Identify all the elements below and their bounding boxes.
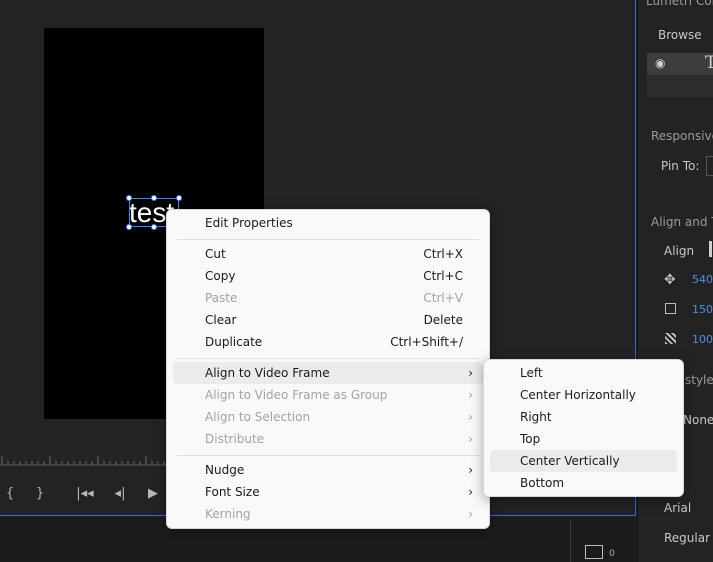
menu-item-align-to-selection[interactable]: Align to Selection › xyxy=(173,406,483,428)
master-style-label: style xyxy=(685,373,713,387)
menu-item-label: Distribute xyxy=(205,432,265,446)
context-menu: Edit Properties Cut Ctrl+X Copy Ctrl+C P… xyxy=(166,209,490,529)
menu-item-clear[interactable]: Clear Delete xyxy=(173,309,483,331)
align-left-icon[interactable] xyxy=(709,241,712,257)
submenu-item-center-vertically[interactable]: Center Vertically xyxy=(490,450,677,472)
menu-item-label: Copy xyxy=(205,269,236,283)
menu-item-label: Bottom xyxy=(520,476,565,490)
menu-item-label: Kerning xyxy=(205,507,251,521)
align-label: Align xyxy=(664,244,695,258)
menu-item-label: Left xyxy=(520,366,543,380)
menu-item-nudge[interactable]: Nudge › xyxy=(173,459,483,481)
menu-item-copy[interactable]: Copy Ctrl+C xyxy=(173,265,483,287)
chevron-right-icon: › xyxy=(468,432,473,446)
menu-item-align-to-video-frame[interactable]: Align to Video Frame › xyxy=(173,362,483,384)
menu-separator xyxy=(177,239,479,240)
menu-separator xyxy=(177,455,479,456)
menu-item-align-to-video-frame-as-group[interactable]: Align to Video Frame as Group › xyxy=(173,384,483,406)
style-none-select[interactable]: None xyxy=(683,413,713,427)
divider xyxy=(570,519,571,562)
menu-item-label: Cut xyxy=(205,247,226,261)
submenu-item-top[interactable]: Top xyxy=(490,428,677,450)
opacity-icon xyxy=(665,333,676,344)
menu-item-shortcut: Ctrl+Shift+/ xyxy=(390,335,463,349)
menu-item-label: Clear xyxy=(205,313,237,327)
menu-item-label: Paste xyxy=(205,291,238,305)
layer-row[interactable]: ◉ T xyxy=(647,53,713,75)
chevron-right-icon: › xyxy=(468,366,473,380)
align-submenu: Left Center Horizontally Right Top Cente… xyxy=(483,359,684,497)
menu-item-shortcut: Ctrl+V xyxy=(423,291,463,305)
tab-browse[interactable]: Browse xyxy=(658,28,702,42)
font-family-select[interactable]: Arial xyxy=(664,501,691,515)
menu-item-label: Duplicate xyxy=(205,335,263,349)
position-value[interactable]: 540 xyxy=(692,273,713,286)
menu-item-font-size[interactable]: Font Size › xyxy=(173,481,483,503)
menu-item-label: Align to Selection xyxy=(205,410,311,424)
grid-icon[interactable] xyxy=(585,545,603,559)
chevron-right-icon: › xyxy=(468,485,473,499)
layer-list-empty xyxy=(647,75,713,97)
menu-item-label: Nudge xyxy=(205,463,245,477)
text-type-icon: T xyxy=(705,53,713,73)
menu-item-shortcut: Delete xyxy=(423,313,463,327)
menu-item-label: Center Vertically xyxy=(520,454,620,468)
menu-item-label: Align to Video Frame xyxy=(205,366,330,380)
chevron-right-icon: › xyxy=(468,388,473,402)
font-style-select[interactable]: Regular xyxy=(664,531,710,545)
chevron-right-icon: › xyxy=(468,463,473,477)
menu-item-label: Align to Video Frame as Group xyxy=(205,388,388,402)
chevron-right-icon: › xyxy=(468,507,473,521)
menu-item-cut[interactable]: Cut Ctrl+X xyxy=(173,243,483,265)
menu-item-label: Center Horizontally xyxy=(520,388,636,402)
menu-item-distribute[interactable]: Distribute › xyxy=(173,428,483,450)
scale-value[interactable]: 150 xyxy=(692,303,713,316)
submenu-item-center-horizontally[interactable]: Center Horizontally xyxy=(490,384,677,406)
menu-separator xyxy=(177,358,479,359)
timecode-hint: 0 xyxy=(609,549,615,559)
menu-item-label: Font Size xyxy=(205,485,260,499)
menu-item-duplicate[interactable]: Duplicate Ctrl+Shift+/ xyxy=(173,331,483,353)
submenu-item-right[interactable]: Right xyxy=(490,406,677,428)
align-transform-title: Align and Tra xyxy=(651,215,713,229)
menu-item-label: Top xyxy=(520,432,541,446)
menu-item-paste[interactable]: Paste Ctrl+V xyxy=(173,287,483,309)
opacity-value[interactable]: 100 xyxy=(692,333,713,346)
pin-to-select[interactable] xyxy=(706,156,713,176)
menu-item-shortcut: Ctrl+X xyxy=(423,247,463,261)
position-icon: ✥ xyxy=(664,272,676,288)
submenu-item-bottom[interactable]: Bottom xyxy=(490,472,677,494)
responsive-design-title: Responsive D xyxy=(651,129,713,143)
chevron-right-icon: › xyxy=(468,410,473,424)
pin-to-label: Pin To: xyxy=(661,159,700,173)
submenu-item-left[interactable]: Left xyxy=(490,362,677,384)
menu-item-label: Edit Properties xyxy=(205,216,293,230)
panel-title: Lumetri Color xyxy=(646,0,713,8)
menu-item-edit-properties[interactable]: Edit Properties xyxy=(173,212,483,234)
menu-item-shortcut: Ctrl+C xyxy=(423,269,463,283)
menu-item-label: Right xyxy=(520,410,552,424)
menu-item-kerning[interactable]: Kerning › xyxy=(173,503,483,525)
scale-icon xyxy=(665,303,676,314)
eye-icon[interactable]: ◉ xyxy=(655,56,665,70)
